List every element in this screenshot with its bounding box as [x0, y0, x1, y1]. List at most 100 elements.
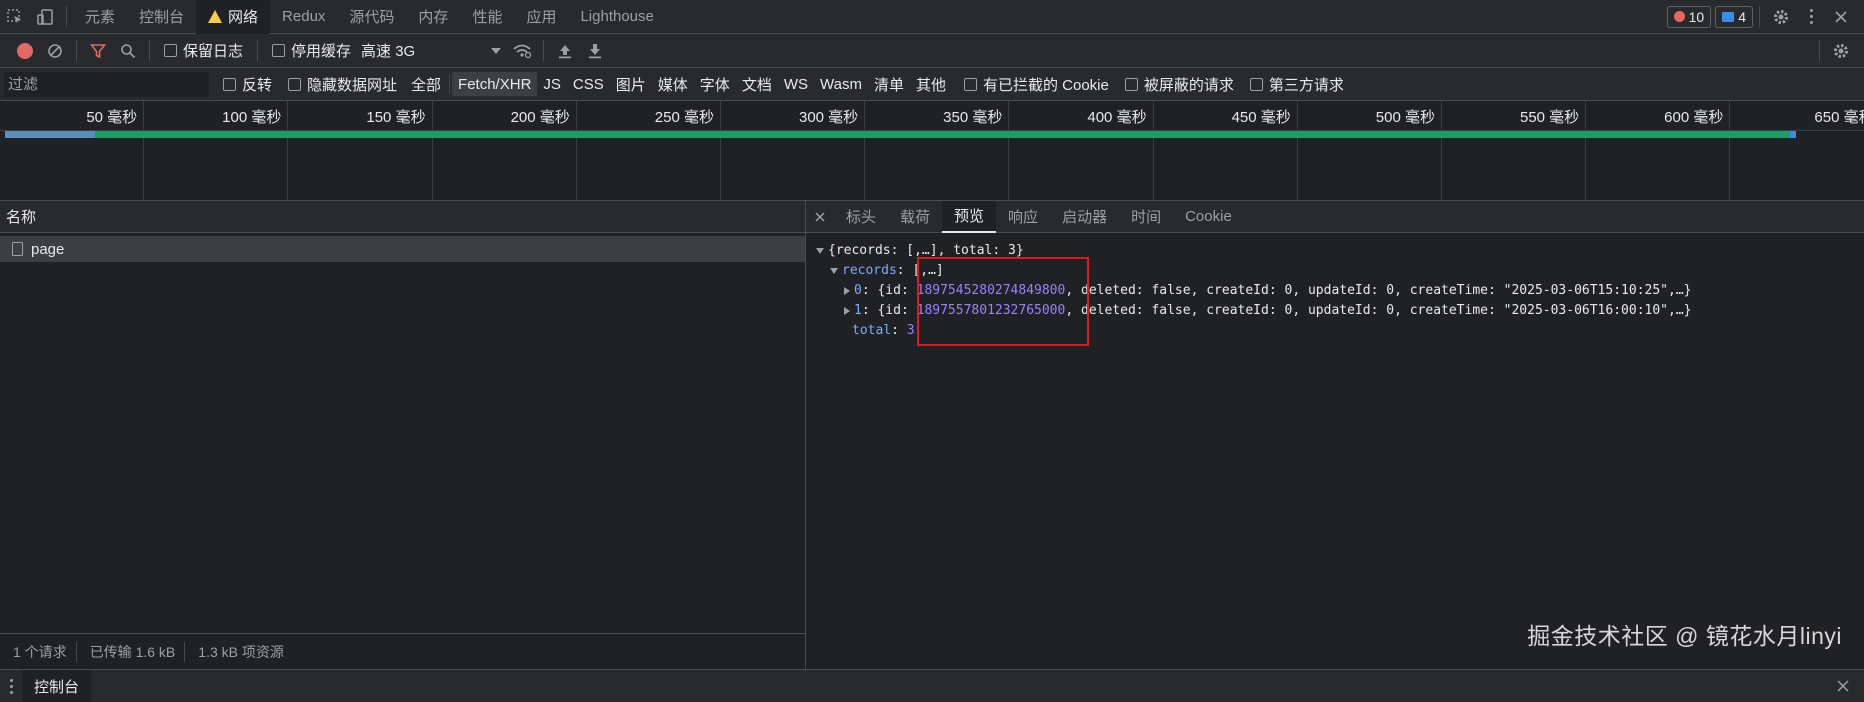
tab-elements[interactable]: 元素 — [73, 0, 127, 34]
checkbox-box — [164, 44, 177, 57]
timeline-column: 100 毫秒 — [144, 101, 289, 200]
filter-toggle-button[interactable] — [83, 36, 113, 66]
detail-tabs: 标头 载荷 预览 响应 启动器 时间 Cookie — [806, 200, 1864, 233]
chevron-down-icon — [491, 47, 502, 54]
timeline-bar-download — [95, 131, 1792, 138]
request-count: 1 个请求 — [13, 643, 67, 660]
column-header-name[interactable]: 名称 — [0, 201, 805, 233]
filter-type-other[interactable]: 其他 — [910, 72, 952, 96]
tab-response[interactable]: 响应 — [996, 201, 1050, 233]
drawer-tab-console[interactable]: 控制台 — [22, 669, 92, 702]
filter-icon — [90, 43, 106, 58]
blocked-requests-checkbox[interactable]: 被屏蔽的请求 — [1124, 74, 1234, 95]
filter-type-fetch-xhr[interactable]: Fetch/XHR — [452, 72, 538, 96]
timeline-column: 200 毫秒 — [433, 101, 577, 200]
timeline-overview[interactable]: 50 毫秒 100 毫秒 150 毫秒 200 毫秒 250 毫秒 300 毫秒 350 毫… — [0, 101, 1864, 201]
third-party-checkbox[interactable]: 第三方请求 — [1249, 74, 1344, 95]
tab-cookies[interactable]: Cookie — [1173, 201, 1244, 233]
timeline-tick-label: 400 毫秒 — [1087, 109, 1147, 126]
timeline-column: 550 毫秒 — [1442, 101, 1587, 200]
record-button[interactable] — [10, 36, 40, 66]
message-count-badge[interactable]: 4 — [1715, 5, 1753, 28]
close-drawer-icon[interactable] — [1828, 671, 1858, 701]
filter-type-all[interactable]: 全部 — [405, 72, 447, 96]
divider — [1819, 40, 1820, 61]
tab-preview[interactable]: 预览 — [942, 200, 997, 233]
throttling-select[interactable]: 高速 3G — [361, 40, 502, 61]
filter-type-css[interactable]: CSS — [567, 72, 610, 96]
filter-type-manifest[interactable]: 清单 — [868, 72, 910, 96]
import-har-icon[interactable] — [550, 36, 580, 66]
timeline-column: 250 毫秒 — [577, 101, 721, 200]
clear-button[interactable] — [40, 36, 70, 66]
timeline-column: 50 毫秒 — [0, 101, 145, 200]
tab-application[interactable]: 应用 — [514, 0, 568, 34]
divider — [66, 6, 67, 27]
search-button[interactable] — [113, 36, 143, 66]
filter-bar: 反转 隐藏数据网址 全部 Fetch/XHR JS CSS 图片 媒体 字体 文… — [0, 68, 1864, 101]
divider — [449, 74, 451, 94]
tab-redux[interactable]: Redux — [270, 0, 337, 34]
search-icon — [121, 43, 136, 58]
tab-performance[interactable]: 性能 — [460, 0, 514, 34]
filter-type-media[interactable]: 媒体 — [652, 72, 694, 96]
error-count-badge[interactable]: 10 — [1666, 5, 1712, 28]
inspect-element-icon[interactable] — [0, 2, 30, 32]
devtools-tab-bar: 元素 控制台 网络 Redux 源代码 内存 性能 应用 Lighthouse … — [0, 0, 1864, 34]
tab-timing[interactable]: 时间 — [1119, 201, 1173, 233]
tab-lighthouse[interactable]: Lighthouse — [568, 0, 665, 34]
json-id-prefix: : {id: — [861, 303, 917, 318]
blocked-cookies-checkbox[interactable]: 有已拦截的 Cookie — [963, 74, 1109, 95]
checkbox-box — [223, 77, 236, 91]
collapse-arrow-icon — [844, 287, 850, 295]
filter-type-doc[interactable]: 文档 — [736, 72, 778, 96]
network-conditions-icon[interactable] — [507, 36, 537, 66]
file-icon — [12, 242, 23, 256]
collapse-arrow-icon — [844, 307, 850, 315]
tab-network-label: 网络 — [228, 9, 259, 26]
message-icon — [1722, 11, 1735, 22]
export-har-icon[interactable] — [580, 36, 610, 66]
tab-network[interactable]: 网络 — [196, 0, 271, 34]
close-devtools-icon[interactable] — [1826, 2, 1856, 32]
timeline-column: 500 毫秒 — [1298, 101, 1442, 200]
tab-memory[interactable]: 内存 — [406, 0, 460, 34]
clear-icon — [48, 43, 62, 58]
tab-payload[interactable]: 载荷 — [888, 201, 942, 233]
request-row[interactable]: page — [0, 236, 805, 262]
tab-initiator[interactable]: 启动器 — [1050, 201, 1119, 233]
preserve-log-checkbox[interactable]: 保留日志 — [164, 40, 243, 61]
device-toolbar-icon[interactable] — [30, 2, 60, 32]
transferred-size: 已传输 1.6 kB — [89, 643, 176, 660]
error-count: 10 — [1688, 8, 1705, 25]
timeline-tick-label: 50 毫秒 — [86, 109, 138, 126]
timeline-column: 150 毫秒 — [288, 101, 433, 200]
status-bar: 1 个请求 已传输 1.6 kB 1.3 kB 项资源 — [0, 633, 805, 669]
hide-data-urls-checkbox[interactable]: 隐藏数据网址 — [288, 74, 397, 95]
filter-input[interactable] — [4, 71, 209, 97]
request-name: page — [31, 240, 65, 258]
hide-data-urls-label: 隐藏数据网址 — [307, 76, 398, 94]
filter-type-js[interactable]: JS — [537, 72, 567, 96]
request-detail-panel: 标头 载荷 预览 响应 启动器 时间 Cookie {records: [,…]… — [806, 200, 1864, 669]
warning-icon — [208, 10, 223, 23]
more-menu-icon[interactable] — [1796, 2, 1826, 32]
settings-gear-icon[interactable] — [1766, 2, 1796, 32]
disable-cache-checkbox[interactable]: 停用缓存 — [272, 40, 351, 61]
tab-sources[interactable]: 源代码 — [337, 0, 406, 34]
json-total-value: 3 — [906, 323, 915, 338]
network-settings-gear-icon[interactable] — [1826, 36, 1856, 66]
timeline-column: 600 毫秒 — [1586, 101, 1731, 200]
close-detail-icon[interactable] — [806, 201, 834, 233]
filter-type-font[interactable]: 字体 — [694, 72, 736, 96]
filter-type-ws[interactable]: WS — [778, 72, 814, 96]
checkbox-box — [963, 77, 977, 91]
filter-type-img[interactable]: 图片 — [610, 72, 652, 96]
invert-checkbox[interactable]: 反转 — [223, 74, 272, 95]
filter-type-wasm[interactable]: Wasm — [814, 72, 868, 96]
tab-console[interactable]: 控制台 — [127, 0, 196, 34]
json-index: 0 — [854, 283, 862, 298]
tab-headers[interactable]: 标头 — [834, 201, 888, 233]
drawer-menu-icon[interactable] — [0, 671, 22, 701]
timeline-tick-label: 200 毫秒 — [510, 109, 570, 126]
